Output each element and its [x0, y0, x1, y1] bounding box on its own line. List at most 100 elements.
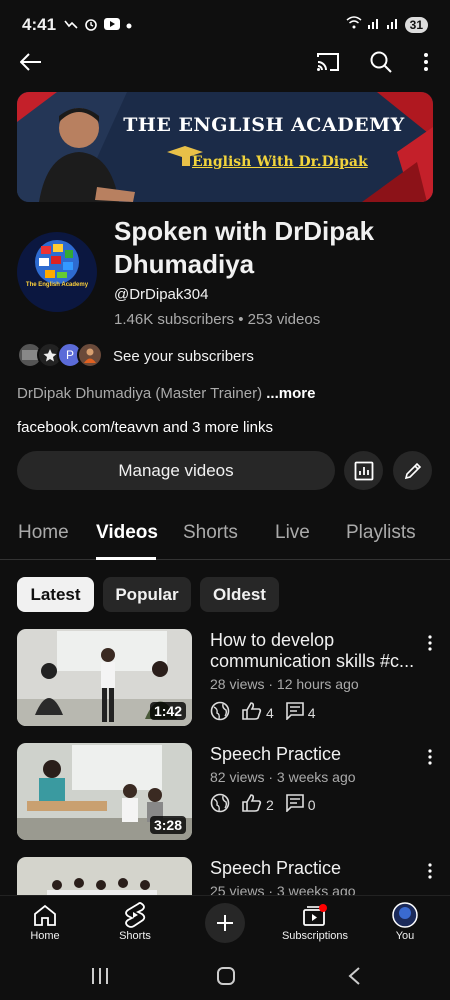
thumbs-up-icon	[242, 702, 262, 723]
analytics-button[interactable]	[344, 451, 383, 490]
see-subscribers-label: See your subscribers	[113, 347, 254, 365]
video-stats: 4 4	[210, 701, 316, 724]
nav-subscriptions[interactable]: Subscriptions	[270, 900, 360, 942]
alarm-icon	[84, 17, 98, 34]
comments-count: 0	[307, 796, 316, 813]
active-tab-indicator	[96, 557, 156, 560]
video-thumbnail[interactable]	[17, 857, 192, 895]
channel-avatar[interactable]: The English Academy	[17, 232, 97, 312]
channel-name: Spoken with DrDipak Dhumadiya	[114, 215, 434, 281]
youtube-notification-icon	[104, 17, 121, 33]
see-subscribers-row[interactable]: P See your subscribers	[17, 342, 254, 370]
chip-latest[interactable]: Latest	[17, 577, 94, 612]
classroom-thumbnail-art	[17, 857, 192, 895]
globe-icon	[35, 240, 79, 284]
banner-subtitle: English With Dr.Dipak	[192, 154, 368, 170]
tab-live[interactable]: Live	[275, 522, 310, 544]
likes-group: 2	[242, 794, 274, 815]
channel-links[interactable]: facebook.com/teavvn and 3 more links	[17, 419, 273, 436]
video-item[interactable]: Speech Practice 25 views · 3 weeks ago	[0, 857, 450, 895]
video-thumbnail[interactable]: 3:28	[17, 743, 192, 840]
video-menu-icon[interactable]	[422, 747, 438, 767]
nav-subscriptions-label: Subscriptions	[281, 930, 349, 942]
likes-count: 4	[266, 704, 274, 721]
wifi-icon	[346, 16, 362, 34]
bottom-navigation: Home Shorts Subscriptions You	[0, 895, 450, 950]
dot-icon	[126, 18, 132, 32]
video-title[interactable]: Speech Practice	[210, 744, 420, 765]
manage-videos-button[interactable]: Manage videos	[17, 451, 335, 490]
nav-shorts[interactable]: Shorts	[90, 900, 180, 942]
comments-count: 4	[307, 704, 316, 721]
banner-art	[17, 92, 433, 202]
subscriber-avatars: P	[17, 342, 107, 370]
channel-name-line1: Spoken with DrDipak	[114, 216, 375, 246]
comment-icon	[285, 702, 304, 723]
video-meta: 25 views · 3 weeks ago	[210, 883, 356, 895]
pencil-icon	[404, 462, 421, 479]
video-item[interactable]: 1:42 How to develop communication skills…	[0, 629, 450, 729]
video-thumbnail[interactable]: 1:42	[17, 629, 192, 726]
battery-badge: 31	[404, 17, 428, 33]
nav-shorts-label: Shorts	[119, 930, 151, 942]
status-time: 4:41	[22, 15, 57, 34]
video-menu-icon[interactable]	[422, 861, 438, 881]
video-title[interactable]: How to develop communication skills #c..…	[210, 630, 420, 672]
comment-icon	[285, 794, 304, 815]
tab-videos[interactable]: Videos	[96, 522, 158, 544]
tab-shorts[interactable]: Shorts	[183, 522, 238, 544]
channel-handle: @DrDipak304	[114, 286, 209, 303]
tab-home[interactable]: Home	[18, 522, 69, 544]
tab-playlists[interactable]: Playlists	[346, 522, 416, 544]
likes-count: 2	[266, 796, 274, 813]
video-meta: 82 views · 3 weeks ago	[210, 769, 356, 785]
recent-apps-icon[interactable]	[88, 964, 112, 988]
channel-banner: THE ENGLISH ACADEMY English With Dr.Dipa…	[17, 92, 433, 202]
video-duration: 3:28	[149, 816, 186, 834]
missed-call-icon	[64, 18, 78, 33]
thumbs-up-icon	[242, 794, 262, 815]
signal-icon-2	[386, 16, 400, 34]
banner-title: THE ENGLISH ACADEMY	[123, 114, 405, 136]
video-stats: 2 0	[210, 793, 316, 816]
channel-name-line2: Dhumadiya	[114, 249, 255, 279]
subscriber-avatar	[77, 342, 103, 368]
search-icon[interactable]	[367, 48, 395, 76]
channel-tabs: Home Videos Shorts Live Playlists	[0, 505, 450, 560]
plus-icon	[217, 915, 233, 931]
nav-you-label: You	[395, 930, 415, 942]
analytics-icon	[354, 461, 373, 480]
nav-you[interactable]: You	[360, 900, 450, 942]
chip-popular[interactable]: Popular	[103, 577, 191, 612]
video-item[interactable]: 3:28 Speech Practice 82 views · 3 weeks …	[0, 743, 450, 843]
video-title[interactable]: Speech Practice	[210, 858, 420, 879]
comments-group: 0	[285, 794, 316, 815]
edit-button[interactable]	[393, 451, 432, 490]
status-bar: 4:41 31	[0, 0, 450, 40]
home-button-icon[interactable]	[214, 964, 238, 988]
public-globe-icon	[210, 793, 230, 816]
public-globe-icon	[210, 701, 230, 724]
create-button[interactable]	[205, 903, 245, 943]
chip-oldest[interactable]: Oldest	[200, 577, 279, 612]
back-button-icon[interactable]	[342, 964, 366, 988]
app-bar	[0, 40, 450, 84]
you-avatar-icon	[392, 900, 418, 930]
system-navigation-bar	[0, 950, 450, 1000]
video-menu-icon[interactable]	[422, 633, 438, 653]
more-vert-icon[interactable]	[412, 48, 440, 76]
back-arrow-icon[interactable]	[17, 48, 45, 76]
likes-group: 4	[242, 702, 274, 723]
nav-home-label: Home	[30, 930, 60, 942]
home-icon	[33, 900, 57, 930]
video-meta: 28 views · 12 hours ago	[210, 676, 359, 692]
nav-home[interactable]: Home	[0, 900, 90, 942]
video-duration: 1:42	[149, 702, 186, 720]
signal-icon	[367, 16, 381, 34]
subscriptions-icon	[302, 900, 328, 930]
avatar-label: The English Academy	[25, 282, 89, 288]
channel-stats: 1.46K subscribers • 253 videos	[114, 311, 321, 328]
channel-description[interactable]: DrDipak Dhumadiya (Master Trainer) ...mo…	[17, 385, 315, 402]
cast-icon[interactable]	[314, 48, 342, 76]
more-link[interactable]: ...more	[262, 385, 315, 402]
